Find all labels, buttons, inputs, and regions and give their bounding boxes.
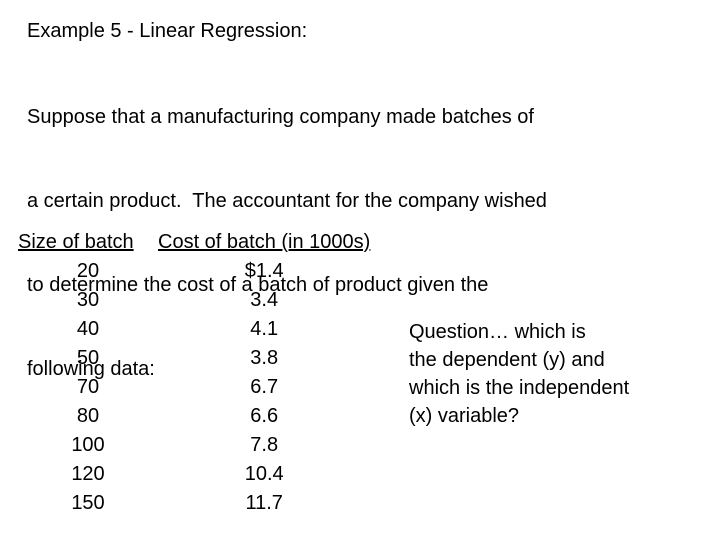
intro-line: a certain product. The accountant for th…: [27, 190, 547, 212]
column-header-size-of-batch: Size of batch: [18, 231, 134, 253]
cell-size: 80: [76, 405, 100, 427]
table-row: 30 3.4: [18, 286, 370, 315]
cell-cost: 7.8: [250, 434, 279, 456]
cell-cost: 10.4: [244, 463, 284, 485]
column-header-cost-of-batch: Cost of batch (in 1000s): [158, 231, 371, 253]
intro-line: Suppose that a manufacturing company mad…: [27, 106, 534, 128]
table-row: 40 4.1: [18, 315, 370, 344]
cell-cost: 11.7: [245, 492, 283, 514]
cell-size: 150: [71, 492, 105, 514]
table-header-row: Size of batch Cost of batch (in 1000s): [18, 228, 370, 257]
question-callout: Question… which is the dependent (y) and…: [409, 318, 709, 430]
table-row: 120 10.4: [18, 460, 370, 489]
cell-cost: 3.8: [250, 347, 279, 369]
table-body: 20 $1.4 30 3.4 40 4.1 50 3.8 70 6.7 80 6…: [18, 257, 370, 518]
cell-cost: 3.4: [250, 289, 279, 311]
cell-size: 50: [76, 347, 100, 369]
slide-canvas: Example 5 - Linear Regression: Suppose t…: [0, 0, 720, 540]
question-line: Question… which is: [409, 321, 586, 343]
batch-cost-table: Size of batch Cost of batch (in 1000s) 2…: [18, 228, 370, 518]
table-row: 50 3.8: [18, 344, 370, 373]
cell-cost: 6.6: [250, 405, 279, 427]
question-line: the dependent (y) and: [409, 349, 605, 371]
table-row: 80 6.6: [18, 402, 370, 431]
table-header: Size of batch Cost of batch (in 1000s): [18, 228, 370, 257]
table-row: 150 11.7: [18, 489, 370, 518]
table-row: 100 7.8: [18, 431, 370, 460]
table-row: 20 $1.4: [18, 257, 370, 286]
cell-size: 120: [71, 463, 105, 485]
cell-size: 70: [76, 376, 100, 398]
cell-cost: 4.1: [250, 318, 279, 340]
cell-size: 100: [71, 434, 105, 456]
cell-cost: 6.7: [250, 376, 279, 398]
table-row: 70 6.7: [18, 373, 370, 402]
cell-size: 20: [76, 260, 100, 282]
question-line: (x) variable?: [409, 405, 520, 427]
question-line: which is the independent: [409, 377, 630, 399]
cell-cost: $1.4: [244, 260, 284, 282]
cell-size: 30: [76, 289, 100, 311]
cell-size: 40: [76, 318, 100, 340]
page-title: Example 5 - Linear Regression:: [27, 20, 308, 42]
